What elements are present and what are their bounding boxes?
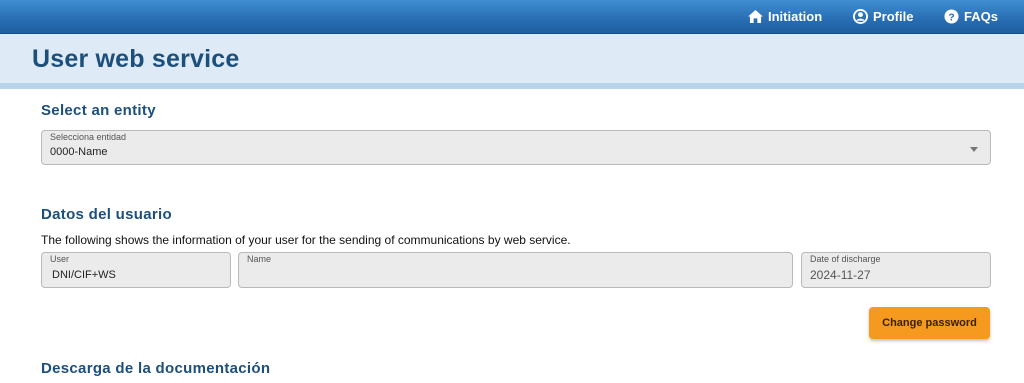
user-field-value: DNI/CIF+WS (52, 269, 116, 281)
nav-faqs[interactable]: ? FAQs (944, 0, 998, 33)
change-password-button[interactable]: Change password (869, 307, 990, 339)
user-data-description: The following shows the information of y… (41, 233, 571, 247)
question-circle-icon: ? (944, 9, 959, 24)
top-nav-bar: Initiation Profile ? FAQs (0, 0, 1024, 34)
user-field[interactable]: User DNI/CIF+WS (41, 252, 231, 288)
entity-select-label: Selecciona entidad (50, 132, 127, 142)
nav-faqs-label: FAQs (964, 9, 998, 24)
nav-profile[interactable]: Profile (853, 0, 913, 33)
nav-profile-label: Profile (873, 9, 914, 24)
chevron-down-icon (970, 147, 978, 152)
page-title: User web service (32, 45, 240, 73)
title-band-divider (0, 83, 1024, 89)
date-of-discharge-value: 2024-11-27 (810, 268, 871, 282)
entity-select-value: 0000-Name (50, 146, 108, 158)
entity-section-title: Select an entity (41, 102, 156, 119)
name-field-label: Name (247, 254, 272, 264)
nav-initiation[interactable]: Initiation (748, 0, 822, 33)
user-circle-icon (853, 9, 868, 24)
user-field-label: User (50, 254, 70, 264)
nav-initiation-label: Initiation (768, 9, 823, 24)
home-icon (748, 10, 763, 23)
svg-text:?: ? (948, 12, 954, 23)
date-of-discharge-field[interactable]: Date of discharge 2024-11-27 (801, 252, 991, 288)
entity-select[interactable]: Selecciona entidad 0000-Name (41, 130, 991, 165)
download-section-title: Descarga de la documentación (41, 360, 271, 377)
name-field[interactable]: Name (238, 252, 793, 288)
user-data-section-title: Datos del usuario (41, 206, 172, 223)
date-of-discharge-label: Date of discharge (810, 254, 881, 264)
